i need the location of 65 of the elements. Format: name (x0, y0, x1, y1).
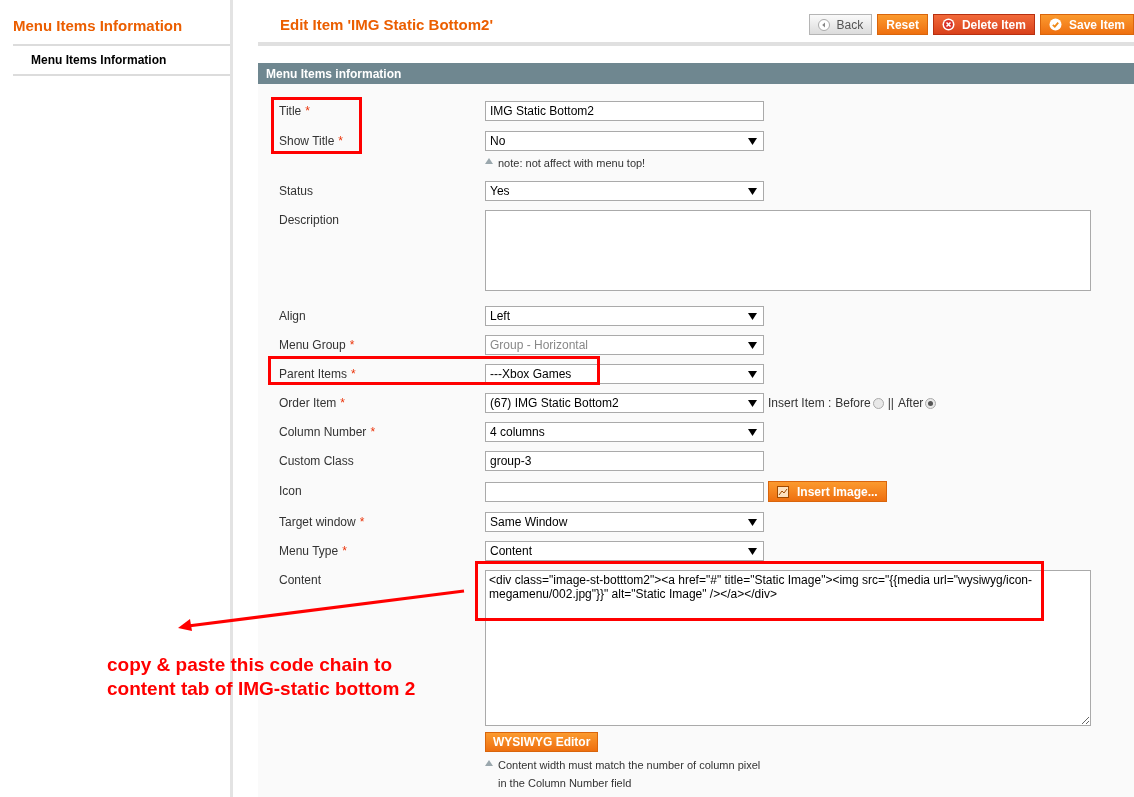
field-note: note: not affect with menu top! (498, 156, 646, 171)
field-label: Order Item (279, 395, 337, 412)
caret-icon (748, 518, 757, 526)
required-mark: * (349, 337, 355, 354)
page-title: Edit Item 'IMG Static Bottom2' (280, 15, 493, 35)
select-field[interactable]: Content (485, 541, 764, 561)
caret-icon (748, 312, 757, 320)
field-label: Column Number (279, 424, 367, 441)
select-field[interactable]: Same Window (485, 512, 764, 532)
caret-icon (748, 341, 757, 349)
content-field[interactable]: <div class="image-st-botttom2"><a href="#" title="Static Image"><img src="{{media url="wysiwyg/icon-megamenu/002.jpg"}}" alt="Static Image" /></a></div> (485, 570, 1091, 726)
insert-position-label: Insert Item : (768, 395, 832, 412)
field-label: Show Title (279, 133, 335, 150)
select-field[interactable]: Left (485, 306, 764, 326)
required-mark: * (370, 424, 376, 441)
text-field[interactable] (485, 481, 764, 502)
triangle-icon (485, 760, 493, 766)
field-label: Parent Items (279, 366, 348, 383)
field-note: in the Column Number field (498, 776, 632, 791)
field-label: Description (279, 212, 340, 229)
check-icon (1048, 18, 1062, 31)
annotation-text: content tab of IMG-static bottom 2 (107, 677, 416, 701)
select-field[interactable]: No (485, 131, 764, 151)
field-label: Status (279, 183, 314, 200)
required-mark: * (342, 543, 347, 560)
text-field[interactable]: group-3 (485, 451, 764, 471)
separator-text: || (887, 395, 894, 412)
select-field[interactable]: (67) IMG Static Bottom2 (485, 393, 764, 413)
required-mark: * (305, 103, 310, 120)
field-note: Content width must match the number of column pixel (498, 758, 761, 773)
caret-icon (748, 137, 757, 145)
radio-button[interactable] (872, 397, 884, 409)
image-icon (777, 485, 789, 498)
sidebar-title: Menu Items Information (13, 17, 183, 34)
required-mark: * (359, 514, 365, 531)
field-label: Align (279, 308, 306, 325)
required-mark: * (351, 366, 356, 383)
field-label: Menu Group (279, 337, 346, 354)
text-area[interactable] (485, 210, 1091, 291)
triangle-icon (485, 158, 493, 164)
radio-label: Before (835, 395, 871, 412)
required-mark: * (338, 133, 344, 150)
caret-icon (748, 428, 757, 436)
caret-icon (748, 187, 757, 195)
field-label: Icon (279, 483, 302, 500)
field-label: Content (279, 572, 322, 589)
field-label: Custom Class (279, 453, 354, 470)
caret-icon (748, 370, 757, 378)
select-field[interactable]: ---Xbox Games (485, 364, 764, 384)
caret-icon (748, 547, 757, 555)
radio-label: After (897, 395, 924, 412)
delete-button[interactable]: Delete Item (932, 14, 1035, 35)
select-field[interactable]: 4 columns (485, 422, 764, 442)
close-icon (941, 18, 955, 31)
section-header: Menu Items information (258, 63, 1134, 84)
field-label: Title (279, 103, 302, 120)
back-button[interactable]: Back (808, 14, 873, 35)
select-field[interactable]: Yes (485, 181, 764, 201)
field-label: Target window (279, 514, 356, 531)
required-mark: * (340, 395, 346, 412)
field-label: Menu Type (279, 543, 339, 560)
radio-button[interactable] (925, 397, 937, 409)
text-field[interactable]: IMG Static Bottom2 (485, 101, 764, 121)
caret-icon (748, 399, 757, 407)
annotation-text: copy & paste this code chain to (107, 653, 394, 677)
